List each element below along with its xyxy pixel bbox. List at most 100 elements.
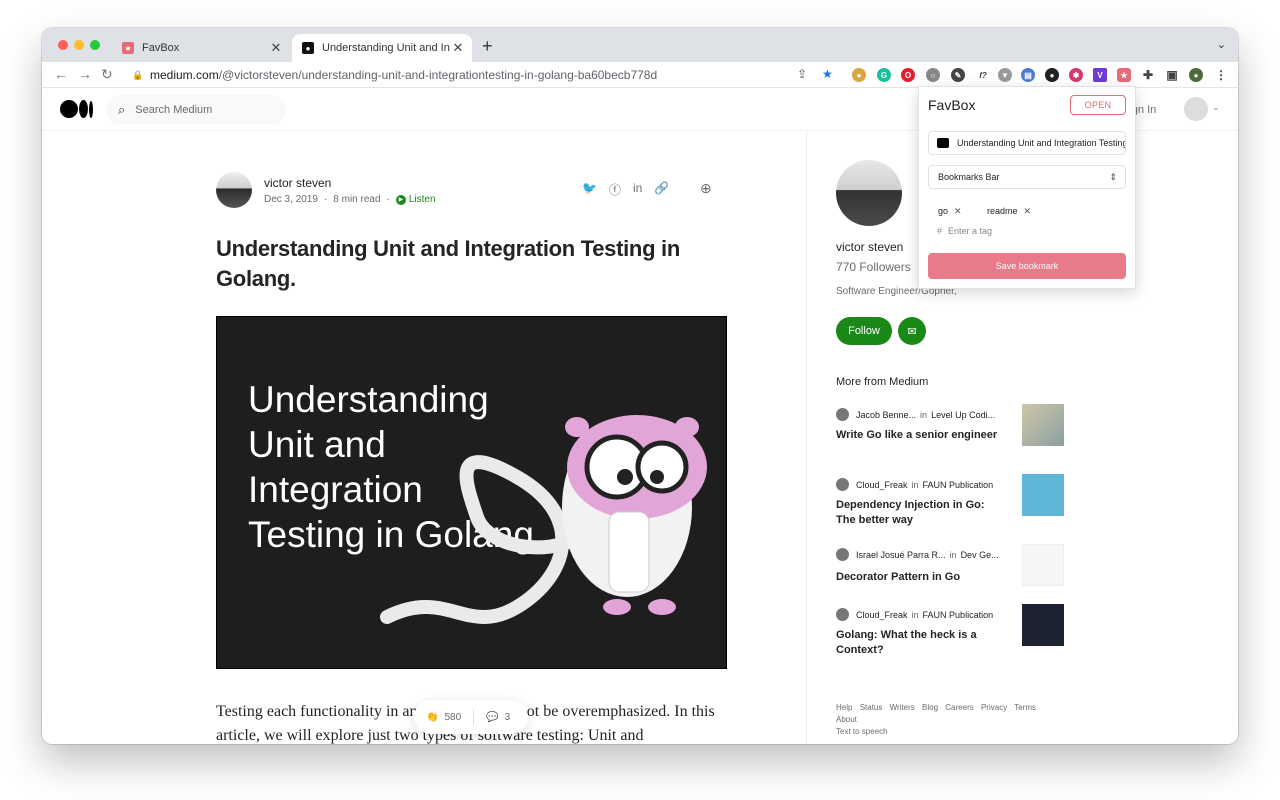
address-bar[interactable]: 🔒 medium.com/@victorsteven/understanding… bbox=[122, 64, 822, 86]
hero-image: Understanding Unit and Integration Testi… bbox=[216, 316, 727, 669]
recommendation-item[interactable]: Cloud_Freak in FAUN Publication Golang: … bbox=[836, 604, 1066, 658]
tab-search-button[interactable]: ⌄ bbox=[1217, 38, 1226, 51]
search-placeholder: Search Medium bbox=[135, 103, 213, 116]
forward-icon[interactable]: → bbox=[78, 66, 92, 82]
folder-select[interactable]: Bookmarks Bar ⇕ bbox=[928, 165, 1126, 189]
play-icon: ▶ bbox=[395, 194, 406, 205]
recommendation-item[interactable]: Israel Josué Parra R... in Dev Ge... Dec… bbox=[836, 544, 1066, 598]
rec-in: in bbox=[911, 479, 919, 490]
tag-chip: go ✕ bbox=[928, 203, 968, 219]
open-button[interactable]: OPEN bbox=[1070, 95, 1126, 115]
publish-date: Dec 3, 2019 bbox=[264, 194, 318, 205]
cookie-extension-icon[interactable]: ● bbox=[852, 68, 866, 82]
rec-thumbnail bbox=[1022, 404, 1064, 446]
rec-byline: Israel Josué Parra R... in Dev Ge... bbox=[836, 548, 999, 561]
listen-label: Listen bbox=[408, 194, 436, 205]
tab-medium-article[interactable]: ● Understanding Unit and Integr ✕ bbox=[292, 34, 472, 62]
copy-link-icon[interactable]: 🔗 bbox=[654, 181, 669, 198]
rec-author: Cloud_Freak bbox=[856, 609, 908, 620]
recommendation-item[interactable]: Cloud_Freak in FAUN Publication Dependen… bbox=[836, 474, 1066, 528]
footer-link[interactable]: Blog bbox=[922, 703, 938, 712]
vue-extension-icon[interactable]: ▼ bbox=[998, 68, 1012, 82]
menu-kebab-icon[interactable]: ⋮ bbox=[1214, 68, 1228, 82]
slack-extension-icon[interactable]: ✱ bbox=[1069, 68, 1083, 82]
tag-placeholder: Enter a tag bbox=[948, 226, 993, 236]
read-time: 8 min read bbox=[333, 194, 381, 205]
puzzle-extensions-icon[interactable]: ✚ bbox=[1141, 68, 1155, 82]
rec-thumbnail bbox=[1022, 474, 1064, 516]
listen-button[interactable]: ▶ Listen bbox=[395, 194, 436, 205]
off-extension-icon[interactable]: ○ bbox=[926, 68, 940, 82]
rec-byline: Cloud_Freak in FAUN Publication bbox=[836, 608, 993, 621]
bookmark-title-input[interactable]: Understanding Unit and Integration Testi… bbox=[928, 131, 1126, 155]
rec-avatar bbox=[836, 408, 849, 421]
rec-author: Jacob Benne... bbox=[856, 409, 917, 420]
column-divider bbox=[806, 131, 807, 744]
share-page-icon[interactable]: ⇪ bbox=[797, 67, 807, 81]
chevron-down-icon[interactable]: ⌄ bbox=[1212, 102, 1220, 113]
save-article-icon[interactable]: ⊕ bbox=[700, 180, 712, 197]
favbox-extension-icon[interactable]: ★ bbox=[1117, 68, 1131, 82]
search-input[interactable]: ⌕ Search Medium bbox=[106, 95, 286, 124]
follow-button[interactable]: Follow bbox=[836, 317, 892, 345]
sidebar-author-avatar[interactable] bbox=[836, 160, 902, 226]
close-tab-icon[interactable]: ✕ bbox=[450, 40, 466, 56]
meta-dot: · bbox=[386, 194, 390, 205]
medium-logo-icon[interactable] bbox=[60, 100, 93, 118]
author-name[interactable]: victor steven bbox=[264, 176, 331, 190]
minimize-window-button[interactable] bbox=[74, 40, 84, 50]
twitter-icon[interactable]: 🐦 bbox=[582, 181, 597, 198]
tab-favbox[interactable]: ★ FavBox ✕ bbox=[112, 34, 290, 62]
subscribe-mail-icon[interactable]: ✉ bbox=[898, 317, 926, 345]
author-avatar[interactable] bbox=[216, 172, 252, 208]
footer-link[interactable]: Terms bbox=[1014, 703, 1036, 712]
new-tab-button[interactable]: + bbox=[482, 36, 493, 57]
back-icon[interactable]: ← bbox=[54, 66, 68, 82]
rec-title: Dependency Injection in Go: The better w… bbox=[836, 499, 985, 526]
user-avatar[interactable] bbox=[1184, 97, 1208, 121]
picker-extension-icon[interactable]: ✎ bbox=[951, 68, 965, 82]
bookmark-star-icon[interactable]: ★ bbox=[822, 67, 833, 81]
rec-publication: Level Up Codi... bbox=[931, 409, 996, 420]
gopher-illustration-icon bbox=[380, 415, 707, 624]
tag-input[interactable]: # Enter a tag bbox=[937, 226, 992, 236]
remove-tag-icon[interactable]: ✕ bbox=[1024, 206, 1032, 217]
v-extension-icon[interactable]: V bbox=[1093, 68, 1107, 82]
grammarly-extension-icon[interactable]: G bbox=[877, 68, 891, 82]
clap-button[interactable]: 👏 580 bbox=[414, 712, 473, 723]
meta-dot: · bbox=[323, 194, 328, 205]
linkedin-icon[interactable]: in bbox=[633, 181, 642, 198]
footer-link[interactable]: Help bbox=[836, 703, 852, 712]
clap-count: 580 bbox=[444, 711, 462, 723]
rec-in: in bbox=[920, 409, 928, 420]
sidebar-author-name[interactable]: victor steven bbox=[836, 240, 903, 254]
rec-publication: Dev Ge... bbox=[960, 549, 999, 560]
footer-link[interactable]: Careers bbox=[945, 703, 973, 712]
function-extension-icon[interactable]: f? bbox=[976, 68, 990, 82]
profile-icon[interactable]: ● bbox=[1189, 68, 1203, 82]
footer-link[interactable]: Text to speech bbox=[836, 727, 888, 736]
close-tab-icon[interactable]: ✕ bbox=[268, 40, 284, 56]
remove-tag-icon[interactable]: ✕ bbox=[954, 206, 962, 217]
footer-link[interactable]: Writers bbox=[890, 703, 915, 712]
rec-thumbnail bbox=[1022, 604, 1064, 646]
rec-byline: Jacob Benne... in Level Up Codi... bbox=[836, 408, 995, 421]
maximize-window-button[interactable] bbox=[90, 40, 100, 50]
footer-link[interactable]: About bbox=[836, 715, 857, 724]
facebook-icon[interactable]: ⓕ bbox=[609, 181, 621, 198]
dark-extension-icon[interactable]: ● bbox=[1045, 68, 1059, 82]
rec-avatar bbox=[836, 478, 849, 491]
footer-link[interactable]: Privacy bbox=[981, 703, 1007, 712]
opera-extension-icon[interactable]: O bbox=[901, 68, 915, 82]
sidebar-icon[interactable]: ▣ bbox=[1165, 68, 1179, 82]
recommendation-item[interactable]: Jacob Benne... in Level Up Codi... Write… bbox=[836, 404, 1066, 458]
save-bookmark-button[interactable]: Save bookmark bbox=[928, 253, 1126, 279]
sidebar-followers[interactable]: 770 Followers bbox=[836, 260, 911, 274]
close-window-button[interactable] bbox=[58, 40, 68, 50]
footer-link[interactable]: Status bbox=[860, 703, 883, 712]
medium-favicon-icon: ● bbox=[302, 42, 314, 54]
tag-label: readme bbox=[987, 206, 1018, 216]
comments-button[interactable]: 💬 3 bbox=[474, 712, 522, 723]
reload-icon[interactable]: ↻ bbox=[101, 66, 113, 83]
document-extension-icon[interactable]: ▤ bbox=[1021, 68, 1035, 82]
